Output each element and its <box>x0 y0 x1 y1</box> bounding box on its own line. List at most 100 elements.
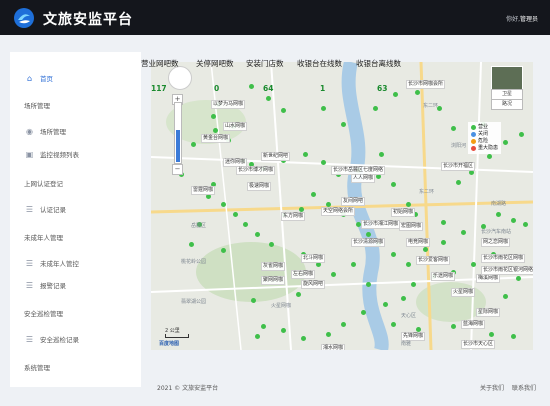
venue-label[interactable]: 网之恋网咖 <box>481 238 511 247</box>
sidebar-item-alarm[interactable]: ☰ 报警记录 <box>10 277 141 293</box>
venue-marker[interactable] <box>331 272 336 277</box>
venue-marker[interactable] <box>519 132 524 137</box>
venue-label[interactable]: 长沙市雨花区网咖 <box>481 254 526 263</box>
venue-marker[interactable] <box>366 282 371 287</box>
venue-marker[interactable] <box>341 122 346 127</box>
venue-marker[interactable] <box>516 276 521 281</box>
venue-marker[interactable] <box>456 180 461 185</box>
sidebar-item-inspection[interactable]: ☰ 安全巡检记录 <box>10 331 141 347</box>
venue-marker[interactable] <box>441 220 446 225</box>
venue-marker[interactable] <box>441 240 446 245</box>
venue-marker[interactable] <box>269 242 274 247</box>
venue-label[interactable]: 人人网咖 <box>351 174 376 183</box>
venue-marker[interactable] <box>261 324 266 329</box>
venue-marker[interactable] <box>326 332 331 337</box>
venue-label[interactable]: 山水网咖 <box>223 122 248 131</box>
venue-marker[interactable] <box>511 218 516 223</box>
venue-label[interactable]: 雷霆网咖 <box>191 186 216 195</box>
venue-label[interactable]: 长沙清源网咖 <box>351 238 386 247</box>
venue-marker[interactable] <box>243 222 248 227</box>
venue-label[interactable]: 长沙市雨花区银河网络 <box>481 266 533 275</box>
venue-marker[interactable] <box>255 232 260 237</box>
sidebar-item-system[interactable]: 系统管理 <box>24 362 50 372</box>
venue-label[interactable]: 左右网咖 <box>291 270 316 279</box>
venue-marker[interactable] <box>406 202 411 207</box>
venue-label[interactable]: 宏图网咖 <box>399 222 424 231</box>
venue-marker[interactable] <box>321 160 326 165</box>
venue-marker[interactable] <box>341 322 346 327</box>
venue-label[interactable]: 新世纪网吧 <box>261 152 291 161</box>
venue-marker[interactable] <box>503 140 508 145</box>
venue-marker[interactable] <box>423 247 428 252</box>
venue-marker[interactable] <box>251 298 256 303</box>
traffic-button[interactable]: 路况 <box>491 99 523 110</box>
sidebar-item-video[interactable]: ▣ 监控视频列表 <box>10 146 141 162</box>
venue-marker[interactable] <box>233 212 238 217</box>
venue-marker[interactable] <box>321 106 326 111</box>
user-menu[interactable]: 你好,管理员 <box>506 14 538 23</box>
contact-link[interactable]: 联系我们 <box>512 385 536 392</box>
venue-marker[interactable] <box>461 230 466 235</box>
venue-marker[interactable] <box>296 292 301 297</box>
user-name[interactable]: 管理员 <box>520 16 538 23</box>
venue-label[interactable]: 火星网咖 <box>451 288 476 297</box>
sidebar-item-venue[interactable]: ◉ 场所管理 <box>10 123 141 139</box>
venue-marker[interactable] <box>411 282 416 287</box>
venue-marker[interactable] <box>451 126 456 131</box>
venue-marker[interactable] <box>489 332 494 337</box>
venue-marker[interactable] <box>351 262 356 267</box>
venue-label[interactable]: 长沙市天心区 <box>461 340 496 349</box>
sidebar-item-minor-control[interactable]: ☰ 未成年人管控 <box>10 255 141 271</box>
venue-label[interactable]: 长沙爱客网咖 <box>416 256 451 265</box>
venue-marker[interactable] <box>191 142 196 147</box>
venue-label[interactable]: 长沙市湘江网咖 <box>361 220 401 229</box>
venue-marker[interactable] <box>361 310 366 315</box>
venue-marker[interactable] <box>391 182 396 187</box>
venue-label[interactable]: 东方网咖 <box>281 212 306 221</box>
venue-label[interactable]: 梅溪网咖 <box>476 274 501 283</box>
venue-label[interactable]: 天空网络会所 <box>321 207 356 216</box>
venue-marker[interactable] <box>523 222 528 227</box>
venue-label[interactable]: 旋风网吧 <box>301 280 326 289</box>
venue-label[interactable]: 灰雀网咖 <box>261 262 286 271</box>
zoom-out-button[interactable]: − <box>172 164 183 175</box>
venue-marker[interactable] <box>366 232 371 237</box>
venue-marker[interactable] <box>383 302 388 307</box>
venue-label[interactable]: 北斗网咖 <box>301 254 326 263</box>
about-link[interactable]: 关于我们 <box>480 385 504 392</box>
sidebar-item-auth[interactable]: ☰ 认证记录 <box>10 201 141 217</box>
satellite-thumbnail[interactable] <box>491 66 523 90</box>
venue-marker[interactable] <box>281 328 286 333</box>
venue-label[interactable]: 蓝海网咖 <box>461 320 486 329</box>
venue-label[interactable]: 湘水网咖 <box>321 344 346 350</box>
venue-marker[interactable] <box>221 248 226 253</box>
venue-label[interactable]: 长沙市网咖会所 <box>406 80 446 89</box>
venue-label[interactable]: 友间网吧 <box>341 197 366 206</box>
venue-marker[interactable] <box>406 262 411 267</box>
venue-marker[interactable] <box>471 262 476 267</box>
venue-label[interactable]: 极速网咖 <box>247 182 272 191</box>
venue-marker[interactable] <box>391 252 396 257</box>
venue-label[interactable]: 长沙市开福区 <box>441 162 476 171</box>
venue-label[interactable]: 长沙市博才网咖 <box>236 166 276 175</box>
venue-marker[interactable] <box>496 212 501 217</box>
venue-marker[interactable] <box>255 334 260 339</box>
venue-marker[interactable] <box>401 296 406 301</box>
venue-marker[interactable] <box>379 152 384 157</box>
venue-marker[interactable] <box>511 334 516 339</box>
venue-marker[interactable] <box>415 90 420 95</box>
venue-marker[interactable] <box>311 192 316 197</box>
venue-label[interactable]: 初始网咖 <box>391 208 416 217</box>
venue-label[interactable]: 黄金台网咖 <box>201 134 231 143</box>
venue-marker[interactable] <box>189 242 194 247</box>
map[interactable]: 以梦为马网咖 山水网咖 黄金台网咖 长沙市网咖会所 迷你网咖 新世纪网吧 长沙市博才网咖 长沙… <box>151 62 533 350</box>
venue-marker[interactable] <box>487 154 492 159</box>
venue-label[interactable]: 乐途网咖 <box>431 272 456 281</box>
venue-marker[interactable] <box>211 114 216 119</box>
venue-marker[interactable] <box>213 128 218 133</box>
venue-label[interactable]: 聚网网咖 <box>261 276 286 285</box>
sidebar-item-home[interactable]: ⌂ 首页 <box>10 70 141 86</box>
venue-marker[interactable] <box>281 108 286 113</box>
zoom-slider[interactable] <box>174 102 182 164</box>
venue-marker[interactable] <box>391 322 396 327</box>
